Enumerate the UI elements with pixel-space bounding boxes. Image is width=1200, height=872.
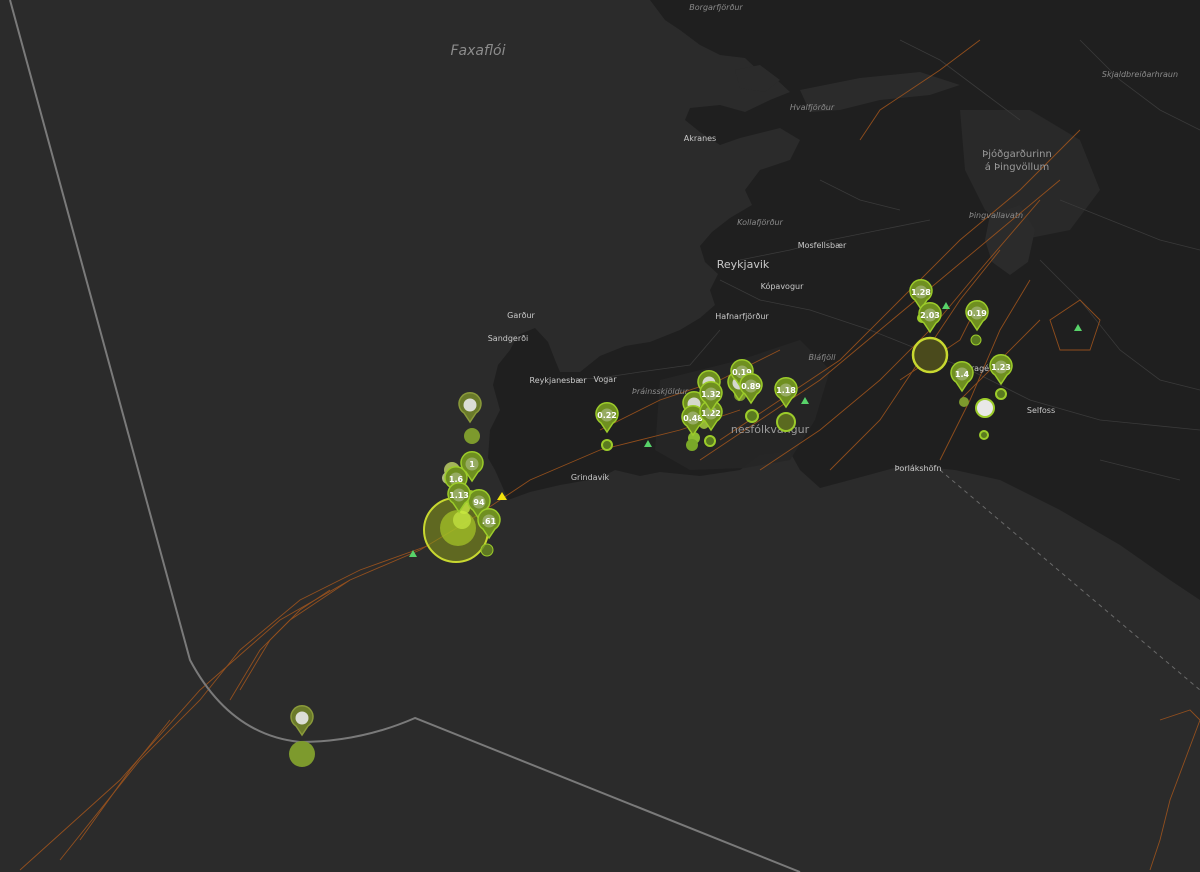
label-vogar: Vogar	[593, 375, 617, 384]
label-reykjanesbaer: Reykjanesbær	[530, 376, 588, 385]
pin-magnitude-label: .61	[482, 517, 497, 526]
label-borgarfjordur: Borgarfjörður	[689, 3, 743, 12]
label-faxafloi: Faxaflói	[451, 43, 506, 59]
pin-magnitude-label: 1.18	[776, 386, 796, 395]
pin-magnitude-label: 1.4	[955, 370, 970, 379]
label-hvalfjordur: Hvalfjörður	[790, 103, 835, 112]
quake-circle[interactable]	[601, 439, 613, 451]
pin-magnitude-label: 1.32	[701, 390, 721, 399]
pin-dot	[295, 711, 309, 725]
pin-magnitude-label: 1	[469, 460, 475, 469]
label-reykjanesfolkvangur: nesfólkvangur	[731, 423, 810, 436]
pin-dot	[463, 398, 477, 412]
label-gardur: Garður	[507, 311, 535, 320]
pin-magnitude-label: 2.03	[920, 311, 940, 320]
quake-circle[interactable]	[970, 334, 982, 346]
quake-circle-medium[interactable]	[911, 336, 949, 374]
label-akranes: Akranes	[684, 134, 716, 143]
quake-circle[interactable]	[704, 435, 716, 447]
pin-magnitude-label: 1.13	[449, 491, 469, 500]
quake-circle[interactable]	[776, 412, 796, 432]
label-hafnarfjordur: Hafnarfjörður	[715, 312, 769, 321]
label-thingvellir-line2: á Þingvöllum	[985, 161, 1050, 173]
pin-magnitude-label: 1.23	[991, 363, 1011, 372]
quake-circle[interactable]	[453, 511, 471, 529]
pin-magnitude-label: 0.19	[967, 309, 987, 318]
quake-circle[interactable]	[686, 439, 698, 451]
label-mosfellsbaer: Mosfellsbær	[798, 241, 847, 250]
quake-circle-white[interactable]	[975, 398, 995, 418]
pin-magnitude-label: 94	[473, 498, 485, 507]
label-thingvellir-line1: Þjóðgarðurinn	[982, 148, 1052, 160]
quake-circle[interactable]	[480, 543, 494, 557]
pin-magnitude-label: 1.28	[911, 288, 931, 297]
map-view[interactable]: Faxaflói Reykjavik Kópavogur Hafnarfjörð…	[0, 0, 1200, 872]
pin-magnitude-label: 0.22	[597, 411, 617, 420]
map-canvas[interactable]: Faxaflói Reykjavik Kópavogur Hafnarfjörð…	[0, 0, 1200, 872]
label-selfoss: Selfoss	[1027, 406, 1055, 415]
label-sandgerdi: Sandgerði	[488, 334, 529, 343]
quake-circle[interactable]	[745, 409, 759, 423]
quake-circle[interactable]	[464, 428, 480, 444]
label-reykjavik: Reykjavik	[717, 258, 770, 271]
label-thorlakshofn: Þorlákshöfn	[895, 464, 942, 473]
quake-circle[interactable]	[289, 741, 315, 767]
label-blafjoll: Bláfjöll	[809, 353, 837, 362]
label-skjaldbreidarhraun: Skjaldbreiðarhraun	[1102, 70, 1178, 79]
label-kopavogur: Kópavogur	[761, 281, 805, 291]
label-thraninsskjoldur: Þráinsskjöldur	[632, 387, 689, 396]
quake-circle[interactable]	[995, 388, 1007, 400]
quake-circle[interactable]	[979, 430, 989, 440]
quake-circle[interactable]	[959, 397, 969, 407]
label-thingvallavatn: Þingvallavatn	[969, 211, 1023, 220]
label-kollafjordur: Kollafjörður	[737, 218, 783, 227]
pin-magnitude-label: 0.89	[741, 382, 761, 391]
label-grindavik: Grindavík	[571, 473, 610, 482]
